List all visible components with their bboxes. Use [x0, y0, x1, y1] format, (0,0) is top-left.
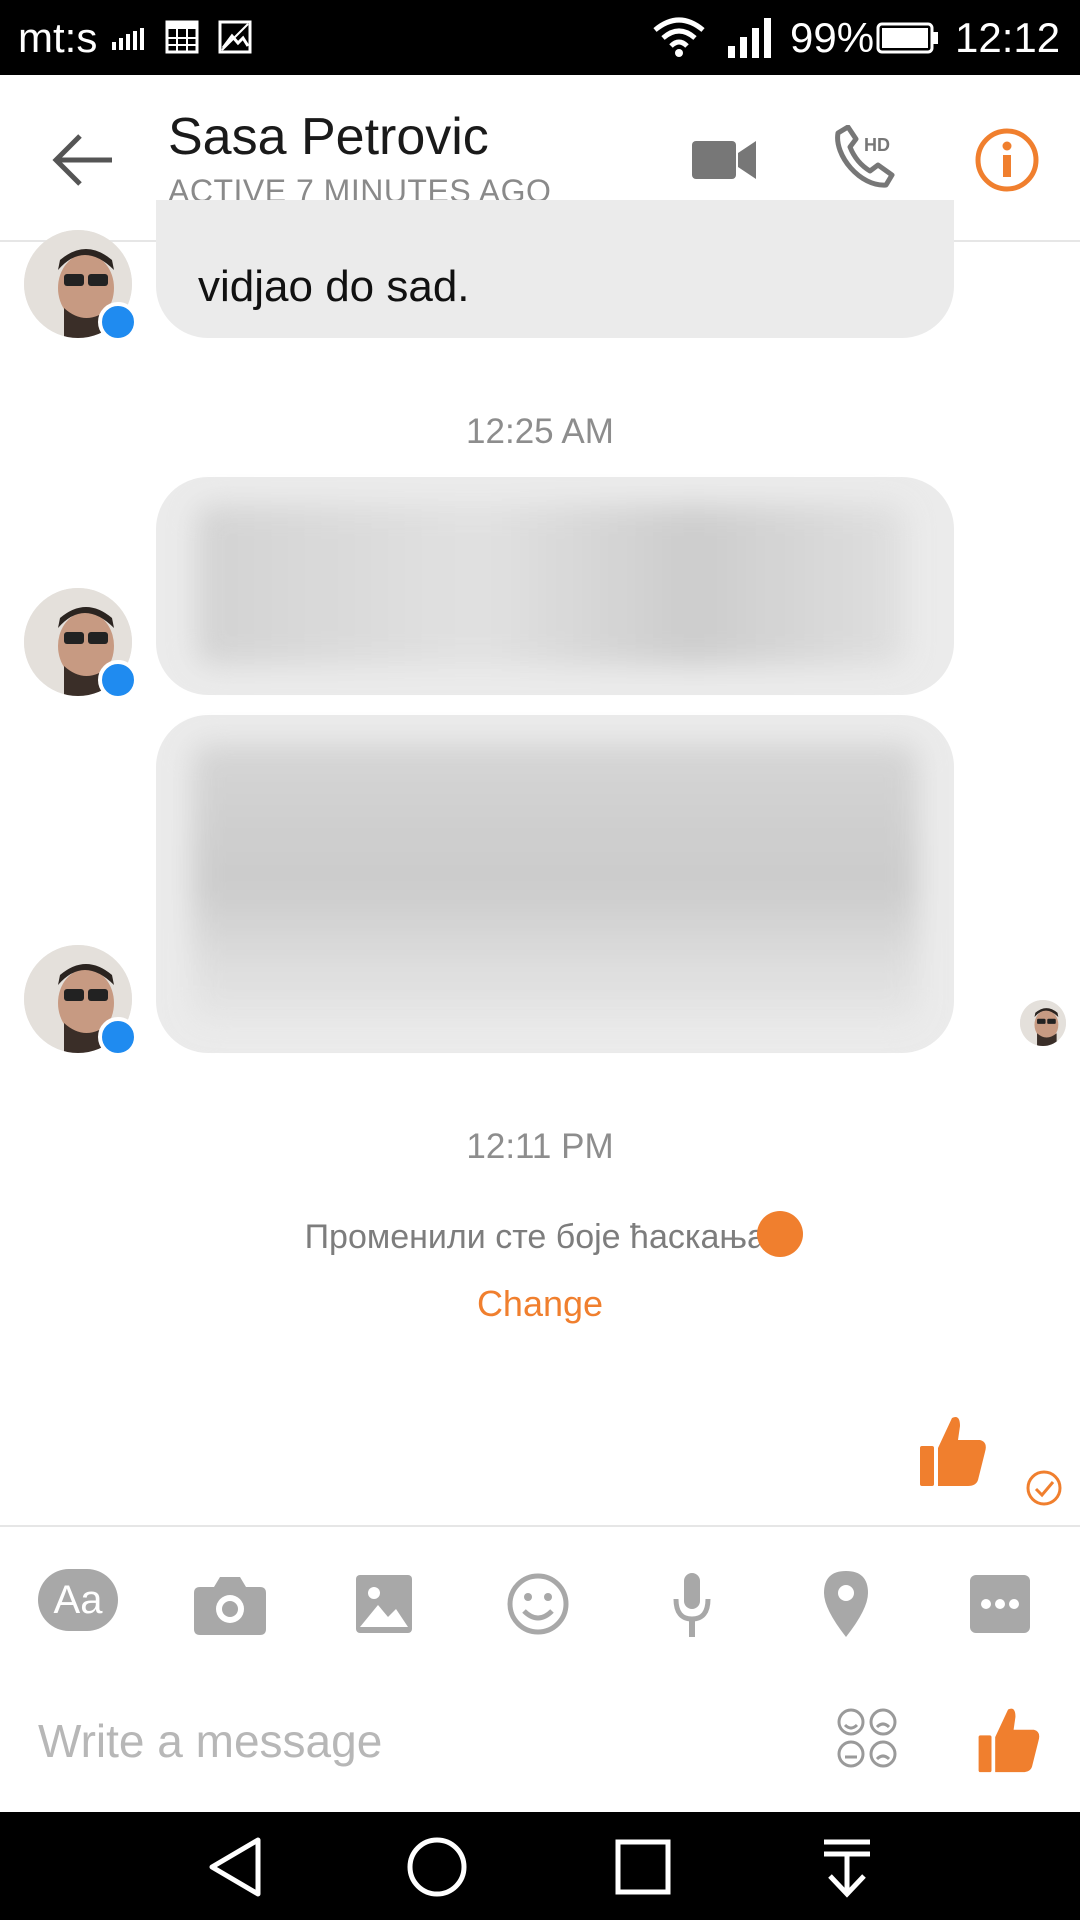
wifi-icon	[653, 17, 705, 57]
messenger-badge	[98, 660, 138, 700]
text-format-button[interactable]: Aa	[38, 1569, 118, 1631]
info-icon[interactable]	[972, 125, 1042, 195]
signal-bars-small-icon	[112, 28, 144, 50]
blurred-content	[192, 743, 918, 1023]
calendar-icon	[165, 20, 199, 54]
svg-text:HD: HD	[864, 135, 890, 155]
color-change-notice: Променили сте боје ћаскања.	[304, 1218, 776, 1256]
delivered-check-icon	[1026, 1470, 1062, 1506]
system-navigation-bar	[0, 1812, 1080, 1920]
carrier-label: mt:s	[18, 14, 98, 61]
stickers-icon[interactable]	[836, 1707, 898, 1769]
battery-percent: 99%	[790, 14, 875, 61]
timestamp: 12:11 PM	[466, 1127, 614, 1166]
microphone-icon[interactable]	[652, 1569, 732, 1639]
image-notification-icon	[218, 20, 252, 54]
sent-thumbs-up-icon[interactable]	[918, 1412, 988, 1488]
back-arrow-icon[interactable]	[50, 130, 120, 190]
nav-home-icon[interactable]	[402, 1832, 472, 1902]
like-thumbs-up-icon[interactable]	[976, 1704, 1042, 1774]
avatar-face-icon	[1020, 1000, 1066, 1046]
blurred-content	[196, 505, 906, 665]
nav-recents-icon[interactable]	[608, 1832, 678, 1902]
message-bubble-blurred[interactable]	[156, 477, 954, 695]
chat-color-dot	[757, 1211, 803, 1257]
messenger-badge	[98, 302, 138, 342]
battery-icon	[876, 22, 938, 54]
message-text: vidjao do sad.	[198, 262, 470, 311]
emoji-icon[interactable]	[498, 1569, 578, 1639]
change-color-link[interactable]: Change	[0, 1283, 1080, 1325]
more-options-icon[interactable]	[960, 1569, 1040, 1639]
status-bar: mt:s 99% 12:12	[0, 0, 1080, 75]
nav-notifications-pull-icon[interactable]	[812, 1832, 882, 1902]
text-format-label: Aa	[53, 1578, 103, 1622]
cell-signal-icon	[728, 18, 771, 58]
nav-back-icon[interactable]	[200, 1832, 270, 1902]
message-input[interactable]	[36, 1700, 800, 1782]
gallery-icon[interactable]	[344, 1569, 424, 1639]
location-pin-icon[interactable]	[806, 1569, 886, 1639]
timestamp: 12:25 AM	[466, 412, 614, 451]
message-bubble-blurred[interactable]	[156, 715, 954, 1053]
contact-name[interactable]: Sasa Petrovic	[168, 107, 489, 167]
clock: 12:12	[955, 14, 1061, 61]
messenger-badge	[98, 1017, 138, 1057]
composer-toolbar: Aa	[0, 1525, 1080, 1662]
camera-icon[interactable]	[190, 1569, 270, 1639]
hd-phone-call-icon[interactable]: HD	[830, 125, 900, 195]
message-input-row	[0, 1660, 1080, 1810]
seen-by-avatar	[1020, 1000, 1066, 1046]
video-call-icon[interactable]	[690, 125, 760, 195]
